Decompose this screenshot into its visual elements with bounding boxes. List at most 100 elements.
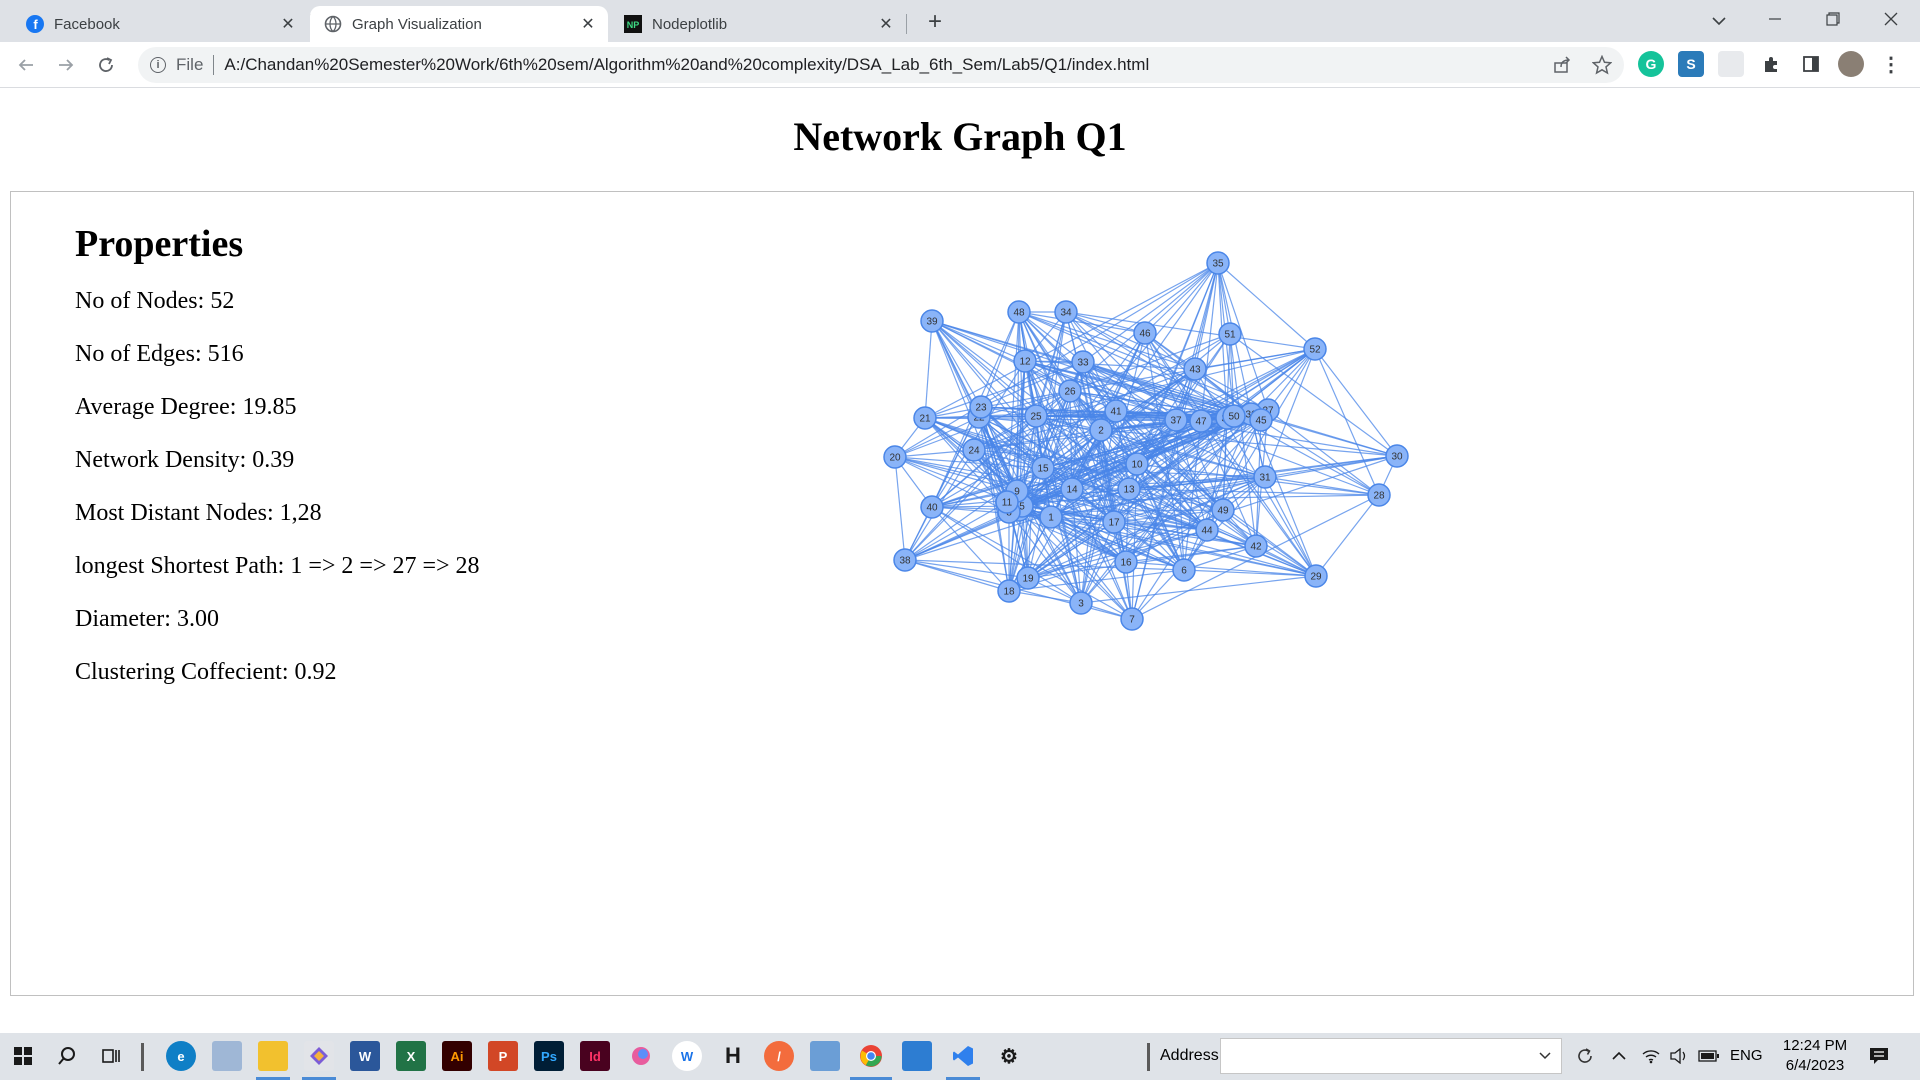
graph-node-14[interactable]: 14	[1060, 477, 1084, 501]
back-arrow-icon[interactable]	[12, 51, 40, 79]
graph-node-12[interactable]: 12	[1013, 349, 1037, 373]
close-tab-icon[interactable]: ✕	[278, 14, 298, 34]
indesign-icon[interactable]: Id	[580, 1041, 610, 1071]
graph-node-43[interactable]: 43	[1183, 357, 1207, 381]
graph-node-49[interactable]: 49	[1211, 498, 1235, 522]
info-icon[interactable]: i	[150, 57, 166, 73]
graph-node-3[interactable]: 3	[1069, 591, 1093, 615]
extension-placeholder-icon[interactable]	[1718, 51, 1744, 77]
close-tab-icon[interactable]: ✕	[876, 14, 896, 34]
snipping-tool-icon[interactable]	[212, 1041, 242, 1071]
profile-avatar-icon[interactable]	[1838, 51, 1864, 77]
close-window-icon[interactable]	[1862, 0, 1920, 38]
app-icon[interactable]: W	[672, 1041, 702, 1071]
more-menu-icon[interactable]: ⋮	[1878, 51, 1904, 77]
graph-node-38[interactable]: 38	[893, 548, 917, 572]
graph-node-7[interactable]: 7	[1120, 607, 1144, 631]
clock-date[interactable]: 6/4/2023	[1780, 1057, 1850, 1074]
search-icon[interactable]	[52, 1041, 82, 1071]
forward-arrow-icon[interactable]	[52, 51, 80, 79]
chrome-icon[interactable]	[856, 1041, 886, 1071]
graph-node-46[interactable]: 46	[1133, 321, 1157, 345]
graph-node-44[interactable]: 44	[1195, 518, 1219, 542]
chevron-up-icon[interactable]	[1604, 1041, 1634, 1071]
graph-node-19[interactable]: 19	[1016, 566, 1040, 590]
figma-like-icon[interactable]	[626, 1041, 656, 1071]
tab-search-chevron-icon[interactable]	[1706, 8, 1732, 34]
graph-node-30[interactable]: 30	[1385, 444, 1409, 468]
graph-node-41[interactable]: 41	[1104, 399, 1128, 423]
graph-node-48[interactable]: 48	[1007, 300, 1031, 324]
graph-node-34[interactable]: 34	[1054, 300, 1078, 324]
graph-node-26[interactable]: 26	[1058, 379, 1082, 403]
volume-icon[interactable]	[1664, 1041, 1694, 1071]
graph-node-37[interactable]: 37	[1164, 408, 1188, 432]
graph-node-21[interactable]: 21	[913, 406, 937, 430]
graph-node-42[interactable]: 42	[1244, 534, 1268, 558]
postman-icon[interactable]: /	[764, 1041, 794, 1071]
graph-node-15[interactable]: 15	[1031, 456, 1055, 480]
graph-node-2[interactable]: 2	[1089, 418, 1113, 442]
graph-node-24[interactable]: 24	[962, 438, 986, 462]
graph-node-35[interactable]: 35	[1206, 251, 1230, 275]
new-tab-button[interactable]: +	[920, 8, 950, 36]
powerpoint-icon[interactable]: P	[488, 1041, 518, 1071]
graph-node-11[interactable]: 11	[995, 490, 1019, 514]
graph-node-31[interactable]: 31	[1253, 465, 1277, 489]
edge-browser-icon[interactable]: e	[166, 1041, 196, 1071]
side-panel-icon[interactable]	[1798, 51, 1824, 77]
h-app-icon[interactable]: H	[718, 1041, 748, 1071]
share-icon[interactable]	[1550, 53, 1574, 77]
grammarly-icon[interactable]: G	[1638, 51, 1664, 77]
graph-node-18[interactable]: 18	[997, 579, 1021, 603]
graph-node-10[interactable]: 10	[1125, 452, 1149, 476]
graph-node-25[interactable]: 25	[1024, 404, 1048, 428]
graph-node-23[interactable]: 23	[969, 395, 993, 419]
restore-icon[interactable]	[1804, 0, 1862, 38]
graph-node-29[interactable]: 29	[1304, 564, 1328, 588]
graph-node-6[interactable]: 6	[1172, 558, 1196, 582]
minimize-icon[interactable]	[1746, 0, 1804, 38]
puzzle-extensions-icon[interactable]	[1758, 51, 1784, 77]
tab-facebook[interactable]: f Facebook ✕	[12, 6, 308, 42]
battery-icon[interactable]	[1694, 1041, 1724, 1071]
notification-icon[interactable]	[1864, 1041, 1894, 1071]
graph-node-50[interactable]: 50	[1222, 404, 1246, 428]
network-graph[interactable]: 1234567891011121314151617181920212223242…	[11, 192, 1913, 995]
refresh-icon[interactable]	[1570, 1041, 1600, 1071]
bookmark-star-icon[interactable]	[1590, 53, 1614, 77]
graph-node-51[interactable]: 51	[1218, 322, 1242, 346]
url-text[interactable]: A:/Chandan%20Semester%20Work/6th%20sem/A…	[224, 55, 1149, 75]
control-panel-icon[interactable]	[902, 1041, 932, 1071]
address-bar[interactable]: i File A:/Chandan%20Semester%20Work/6th%…	[138, 47, 1624, 83]
windows-start-icon[interactable]	[8, 1041, 38, 1071]
drive-icon[interactable]	[810, 1041, 840, 1071]
illustrator-icon[interactable]: Ai	[442, 1041, 472, 1071]
graph-node-52[interactable]: 52	[1303, 337, 1327, 361]
graph-node-33[interactable]: 33	[1071, 350, 1095, 374]
graph-node-39[interactable]: 39	[920, 309, 944, 333]
photoshop-icon[interactable]: Ps	[534, 1041, 564, 1071]
vscode-icon[interactable]	[948, 1041, 978, 1071]
clock-time[interactable]: 12:24 PM	[1780, 1037, 1850, 1054]
address-toolbar-input[interactable]	[1220, 1038, 1562, 1074]
graph-node-45[interactable]: 45	[1249, 408, 1273, 432]
graph-node-20[interactable]: 20	[883, 445, 907, 469]
settings-gear-icon[interactable]: ⚙	[994, 1041, 1024, 1071]
file-explorer-icon[interactable]	[258, 1041, 288, 1071]
graph-node-28[interactable]: 28	[1367, 483, 1391, 507]
graph-node-17[interactable]: 17	[1102, 510, 1126, 534]
tab-nodeplotlib[interactable]: NP Nodeplotlib ✕	[610, 6, 906, 42]
graph-node-13[interactable]: 13	[1117, 477, 1141, 501]
task-view-icon[interactable]	[96, 1041, 126, 1071]
close-tab-icon[interactable]: ✕	[578, 14, 598, 34]
wifi-icon[interactable]	[1636, 1041, 1666, 1071]
graph-node-40[interactable]: 40	[920, 495, 944, 519]
language-indicator[interactable]: ENG	[1730, 1047, 1763, 1064]
word-icon[interactable]: W	[350, 1041, 380, 1071]
paint-3d-icon[interactable]	[304, 1041, 334, 1071]
screen-capture-icon[interactable]: S	[1678, 51, 1704, 77]
graph-node-16[interactable]: 16	[1114, 550, 1138, 574]
graph-node-1[interactable]: 1	[1039, 505, 1063, 529]
chevron-down-icon[interactable]	[1539, 1052, 1551, 1060]
